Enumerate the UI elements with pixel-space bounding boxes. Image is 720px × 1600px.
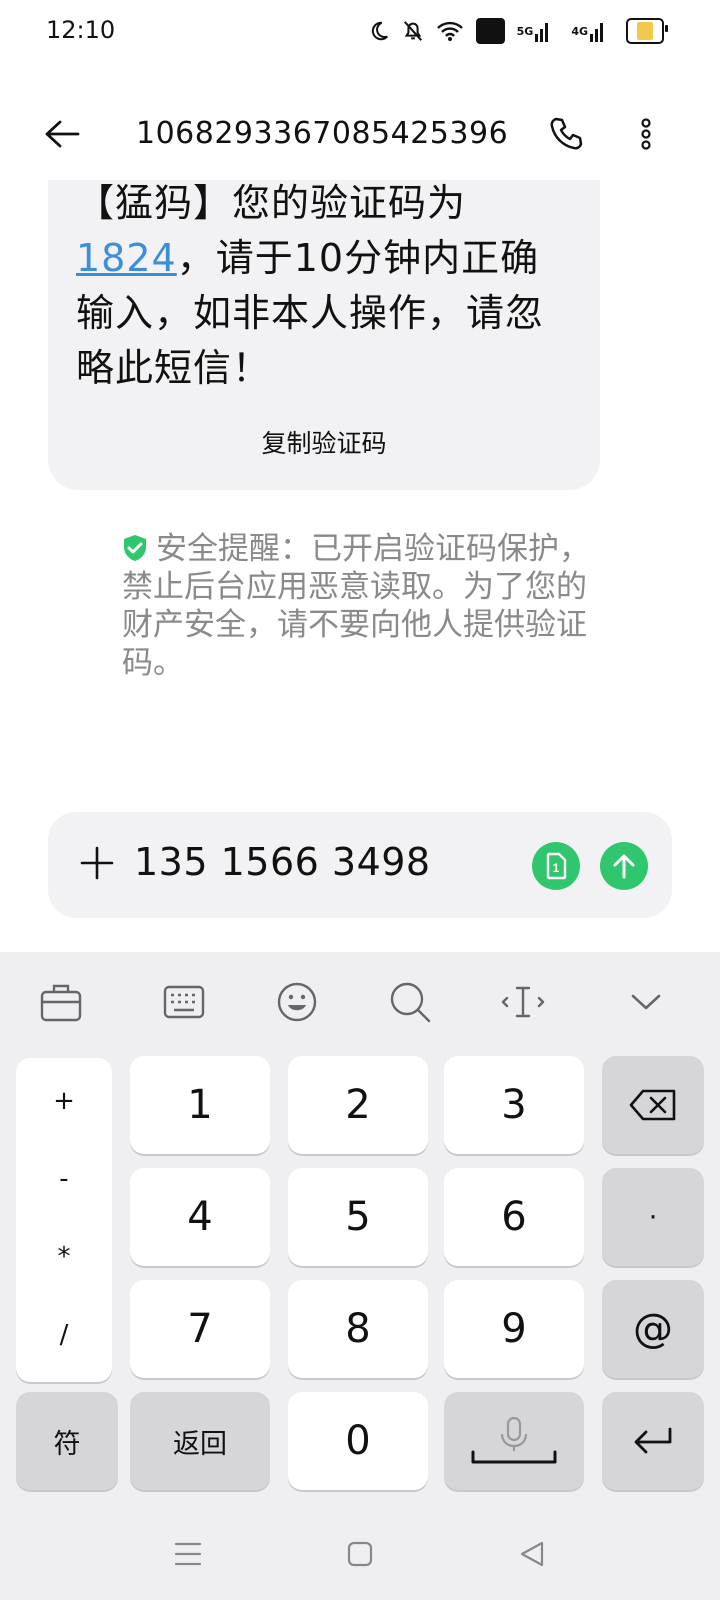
verification-code-link[interactable]: 1824 [76,236,177,280]
call-button[interactable] [544,112,588,156]
message-input[interactable]: 135 1566 3498 [134,840,431,884]
back-triangle-icon [520,1541,544,1567]
signal-4g-icon: 4G [571,18,614,44]
key-3[interactable]: 3 [444,1056,584,1154]
key-plus[interactable]: + [16,1062,112,1140]
more-vertical-icon [641,118,651,150]
message-bubble[interactable]: 【猛犸】您的验证码为 1824，请于10分钟内正确输入，如非本人操作，请忽略此短信… [48,180,600,490]
search-icon [390,982,431,1023]
recents-button[interactable] [166,1532,210,1576]
key-dot[interactable]: · [602,1168,704,1266]
key-asterisk[interactable]: * [16,1218,112,1296]
nav-back-button[interactable] [510,1532,554,1576]
sim-select-button[interactable]: 1 [532,842,580,890]
status-bar: 12:10 HD 5G 4G [0,0,720,64]
symbol-column: + - * / [16,1058,112,1382]
return-key[interactable]: 返回 [130,1392,270,1490]
microphone-icon [471,1416,557,1464]
back-arrow-icon [45,120,80,148]
key-4[interactable]: 4 [130,1168,270,1266]
keyboard-icon [163,985,205,1019]
delete-key[interactable] [602,1056,704,1154]
home-button[interactable] [338,1532,382,1576]
bell-off-icon [402,18,424,44]
send-button[interactable] [600,842,648,890]
plus-icon [80,846,114,880]
security-notice: 安全提醒：已开启验证码保护，禁止后台应用恶意读取。为了您的财产安全，请不要向他人… [122,530,592,682]
collapse-keyboard-button[interactable] [622,978,670,1026]
copy-code-button[interactable]: 复制验证码 [48,424,600,460]
key-at[interactable]: @ [602,1280,704,1378]
enter-key[interactable] [602,1392,704,1490]
system-nav-bar [0,1510,720,1600]
key-9[interactable]: 9 [444,1280,584,1378]
search-button[interactable] [386,978,434,1026]
collapse-icon [631,994,661,1010]
enter-icon [634,1427,672,1454]
key-slash[interactable]: / [16,1296,112,1374]
shield-check-icon [124,535,146,561]
battery-fill [636,22,654,40]
back-button[interactable] [40,112,84,156]
net-label-5g: 5G [516,24,534,38]
keyboard-switch-button[interactable] [160,978,208,1026]
message-list[interactable]: 【猛犸】您的验证码为 1824，请于10分钟内正确输入，如非本人操作，请忽略此短信… [0,180,720,790]
voice-space-key[interactable] [444,1392,584,1490]
cursor-icon [501,986,545,1018]
menu-icon [174,1542,202,1566]
home-icon [347,1541,373,1567]
key-1[interactable]: 1 [130,1056,270,1154]
emoji-button[interactable] [273,978,321,1026]
message-composer[interactable]: 135 1566 3498 1 [48,812,672,918]
key-6[interactable]: 6 [444,1168,584,1266]
key-8[interactable]: 8 [288,1280,428,1378]
key-5[interactable]: 5 [288,1168,428,1266]
sim-card-icon: 1 [546,852,567,880]
wifi-icon [436,18,464,44]
status-icons: HD 5G 4G [368,18,668,44]
keyboard-toolbar [0,952,720,1048]
security-notice-text: 安全提醒：已开启验证码保护，禁止后台应用恶意读取。为了您的财产安全，请不要向他人… [122,531,590,681]
emoji-icon [277,982,317,1022]
sim-number: 1 [553,861,560,875]
toolbox-button[interactable] [37,978,85,1026]
cursor-move-button[interactable] [499,978,547,1026]
key-2[interactable]: 2 [288,1056,428,1154]
status-time: 12:10 [46,16,116,44]
message-text: 【猛犸】您的验证码为 1824，请于10分钟内正确输入，如非本人操作，请忽略此短信… [76,180,572,396]
signal-5g-icon: 5G [517,18,560,44]
battery-icon [626,18,668,44]
phone-icon [550,117,583,150]
conversation-header: 1068293367085425396 [0,90,720,180]
key-0[interactable]: 0 [288,1392,428,1490]
backspace-icon [629,1089,676,1121]
key-7[interactable]: 7 [130,1280,270,1378]
more-button[interactable] [626,112,666,156]
send-arrow-up-icon [613,854,635,879]
attach-button[interactable] [76,842,118,884]
toolbox-icon [40,984,82,1022]
contact-number: 1068293367085425396 [136,116,509,151]
key-minus[interactable]: - [16,1140,112,1218]
net-label-4g: 4G [571,24,588,38]
hd-badge: HD [476,18,505,44]
symbols-key[interactable]: 符 [16,1392,118,1490]
moon-icon [368,18,390,44]
message-text-before: 【猛犸】您的验证码为 [76,181,467,225]
